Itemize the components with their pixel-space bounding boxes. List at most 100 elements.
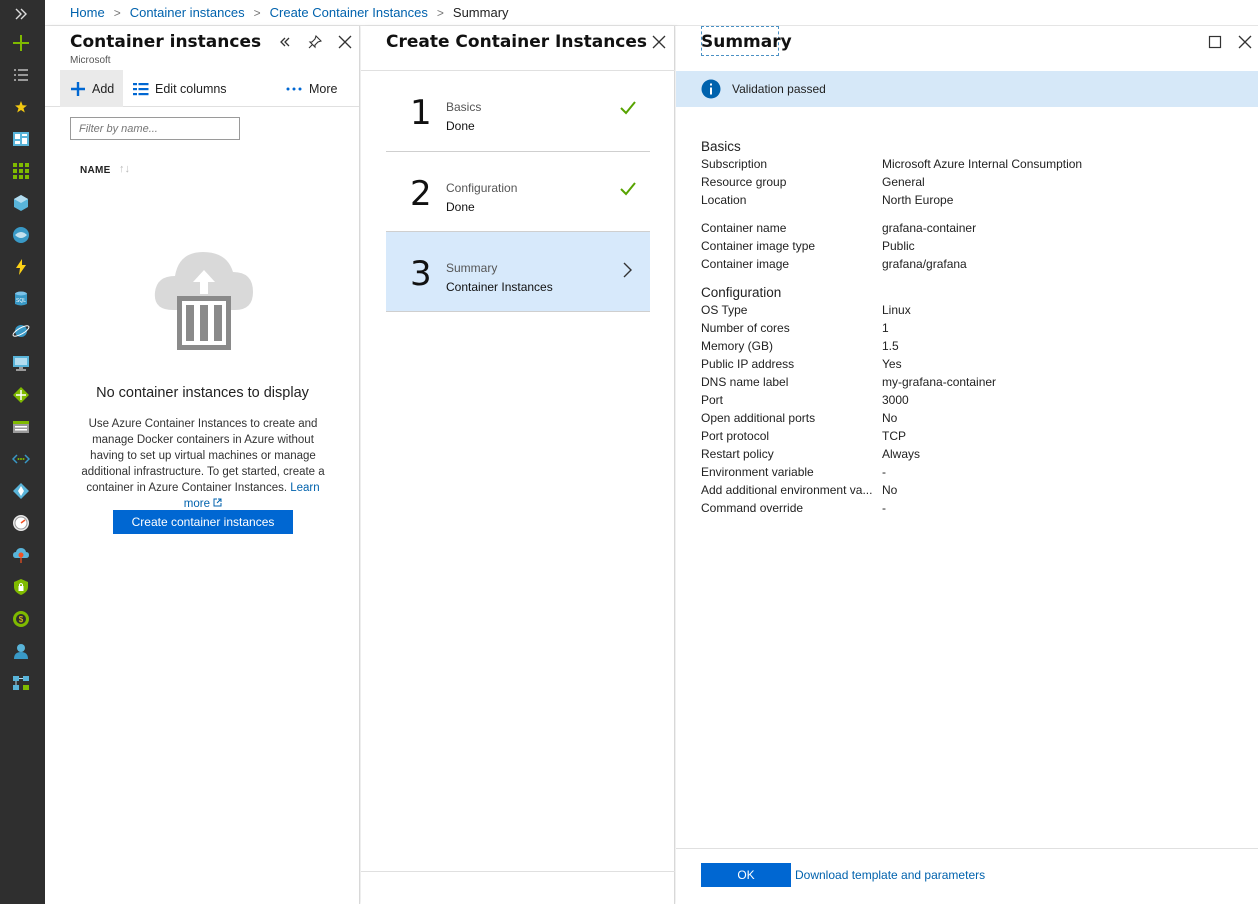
step-title: Summary <box>446 261 498 275</box>
collapse-icon[interactable] <box>276 33 294 51</box>
security-center-icon[interactable] <box>10 576 32 598</box>
summary-row-dns-name-label: DNS name label my-grafana-container <box>701 375 1241 393</box>
row-value: my-grafana-container <box>882 375 997 389</box>
row-label: Add additional environment va... <box>701 483 873 497</box>
summary-row-container-image-type: Container image type Public <box>701 239 1241 257</box>
row-value: No <box>882 483 898 497</box>
step-number: 3 <box>410 254 432 294</box>
more-button[interactable]: More <box>285 70 337 107</box>
row-label: Open additional ports <box>701 411 816 425</box>
row-value: 1 <box>882 321 889 335</box>
row-label: Container name <box>701 221 787 235</box>
summary-row-environment-variable: Environment variable - <box>701 465 1241 483</box>
summary-row-container-image: Container image grafana/grafana <box>701 257 1241 275</box>
close-icon[interactable] <box>336 33 354 51</box>
dashboard-icon[interactable] <box>10 128 32 150</box>
row-label: Port <box>701 393 724 407</box>
step-summary[interactable]: 3 Summary Container Instances <box>386 231 650 311</box>
step-number: 1 <box>410 93 432 133</box>
create-resource-icon[interactable] <box>10 32 32 54</box>
cosmos-db-icon[interactable] <box>10 320 32 342</box>
container-cloud-illustration-icon <box>154 252 253 350</box>
app-services-icon[interactable] <box>10 224 32 246</box>
step-configuration[interactable]: 2 Configuration Done <box>386 151 650 231</box>
row-value: North Europe <box>882 193 954 207</box>
cost-management-icon[interactable]: $ <box>10 608 32 630</box>
row-label: Restart policy <box>701 447 774 461</box>
edit-columns-button[interactable]: Edit columns <box>133 70 227 107</box>
resource-groups-icon[interactable] <box>10 192 32 214</box>
summary-row-additional-env-vars: Add additional environment va... No <box>701 483 1241 501</box>
checkmark-icon <box>620 182 636 196</box>
summary-row-port: Port 3000 <box>701 393 1241 411</box>
row-value: 1.5 <box>882 339 899 353</box>
create-container-instances-button[interactable]: Create container instances <box>113 510 293 534</box>
configuration-heading: Configuration <box>701 285 782 300</box>
close-icon[interactable] <box>650 33 668 51</box>
steps-bottom-divider <box>386 311 650 312</box>
row-label: Environment variable <box>701 465 814 479</box>
filter-by-name-input[interactable] <box>70 117 240 140</box>
breadcrumb-create-container-instances[interactable]: Create Container Instances <box>270 5 428 20</box>
info-icon <box>701 79 721 99</box>
row-label: Port protocol <box>701 429 770 443</box>
row-value: - <box>882 501 886 515</box>
ellipsis-icon <box>286 87 302 90</box>
empty-state-title: No container instances to display <box>96 385 309 401</box>
row-value: 3000 <box>882 393 909 407</box>
virtual-machines-icon[interactable] <box>10 352 32 374</box>
empty-state-description: Use Azure Container Instances to create … <box>75 416 331 512</box>
function-apps-icon[interactable] <box>10 256 32 278</box>
row-value: Yes <box>882 357 902 371</box>
step-title: Configuration <box>446 181 518 195</box>
blade-subtitle: Microsoft <box>70 55 111 66</box>
summary-row-number-of-cores: Number of cores 1 <box>701 321 1241 339</box>
row-label: Location <box>701 193 747 207</box>
pin-icon[interactable] <box>306 33 324 51</box>
row-label: Public IP address <box>701 357 795 371</box>
all-resources-icon[interactable] <box>10 160 32 182</box>
sql-databases-icon[interactable]: SQL <box>10 288 32 310</box>
favorites-star-icon <box>10 96 32 118</box>
step-basics[interactable]: 1 Basics Done <box>386 71 650 151</box>
breadcrumb-separator-icon: > <box>113 5 121 20</box>
download-template-link[interactable]: Download template and parameters <box>795 868 985 882</box>
maximize-icon[interactable] <box>1206 33 1224 51</box>
row-label: Container image <box>701 257 790 271</box>
plus-icon <box>71 81 85 96</box>
chevron-right-icon <box>623 262 632 278</box>
container-instances-blade: Container instances Microsoft Add Edit c… <box>45 26 360 904</box>
load-balancers-icon[interactable] <box>10 384 32 406</box>
chevron-double-right-icon[interactable] <box>10 3 32 25</box>
summary-row-resource-group: Resource group General <box>701 175 1241 193</box>
row-label: Command override <box>701 501 804 515</box>
add-button[interactable]: Add <box>60 70 123 107</box>
step-number: 2 <box>410 174 432 214</box>
virtual-networks-icon[interactable] <box>10 448 32 470</box>
row-value: grafana-container <box>882 221 977 235</box>
ok-button[interactable]: OK <box>701 863 791 887</box>
breadcrumb-container-instances[interactable]: Container instances <box>130 5 245 20</box>
help-support-icon[interactable] <box>10 640 32 662</box>
monitor-icon[interactable] <box>10 512 32 534</box>
row-label: Resource group <box>701 175 787 189</box>
row-value: Always <box>882 447 921 461</box>
storage-accounts-icon[interactable] <box>10 416 32 438</box>
azure-ad-icon[interactable] <box>10 480 32 502</box>
more-services-icon[interactable] <box>10 672 32 694</box>
summary-row-port-protocol: Port protocol TCP <box>701 429 1241 447</box>
sort-icon[interactable]: ↑↓ <box>119 163 130 175</box>
all-services-icon[interactable] <box>10 64 32 86</box>
row-value: Public <box>882 239 915 253</box>
row-value: No <box>882 411 898 425</box>
basics-heading: Basics <box>701 139 741 154</box>
summary-row-location: Location North Europe <box>701 193 1241 211</box>
close-icon[interactable] <box>1236 33 1254 51</box>
breadcrumb-home[interactable]: Home <box>70 5 105 20</box>
summary-row-subscription: Subscription Microsoft Azure Internal Con… <box>701 157 1241 175</box>
empty-state-text: Use Azure Container Instances to create … <box>81 418 325 494</box>
advisor-icon[interactable] <box>10 544 32 566</box>
row-label: Number of cores <box>701 321 790 335</box>
row-value: Linux <box>882 303 911 317</box>
column-header-name[interactable]: NAME <box>80 165 111 176</box>
